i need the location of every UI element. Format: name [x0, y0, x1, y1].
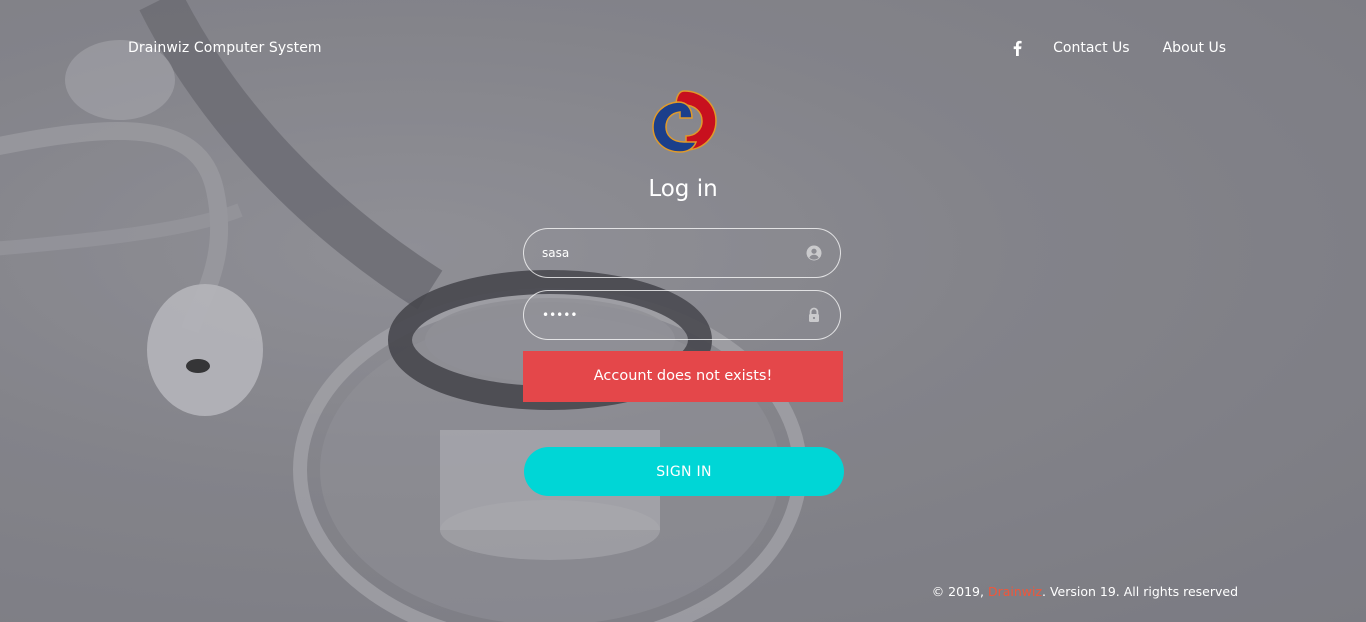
top-nav: Contact Us About Us	[1011, 40, 1226, 56]
password-field-wrapper	[523, 290, 841, 340]
footer-drainwiz-link[interactable]: Drainwiz	[988, 584, 1042, 599]
contact-us-link[interactable]: Contact Us	[1053, 40, 1129, 56]
footer-copyright: © 2019,	[931, 584, 988, 599]
drainwiz-logo	[652, 90, 717, 153]
username-field-wrapper	[523, 228, 841, 278]
brand-title[interactable]: Drainwiz Computer System	[128, 40, 322, 56]
user-circle-icon	[806, 245, 822, 261]
sign-in-button[interactable]: SIGN IN	[524, 447, 844, 496]
error-alert: Account does not exists!	[523, 351, 843, 402]
footer-version: . Version 19. All rights reserved	[1042, 584, 1238, 599]
facebook-icon[interactable]	[1011, 40, 1023, 56]
username-input[interactable]	[542, 229, 792, 277]
footer: © 2019, Drainwiz. Version 19. All rights…	[932, 584, 1238, 599]
password-input[interactable]	[542, 291, 792, 339]
about-us-link[interactable]: About Us	[1163, 40, 1226, 56]
lock-icon	[809, 307, 819, 322]
login-title: Log in	[648, 176, 718, 202]
